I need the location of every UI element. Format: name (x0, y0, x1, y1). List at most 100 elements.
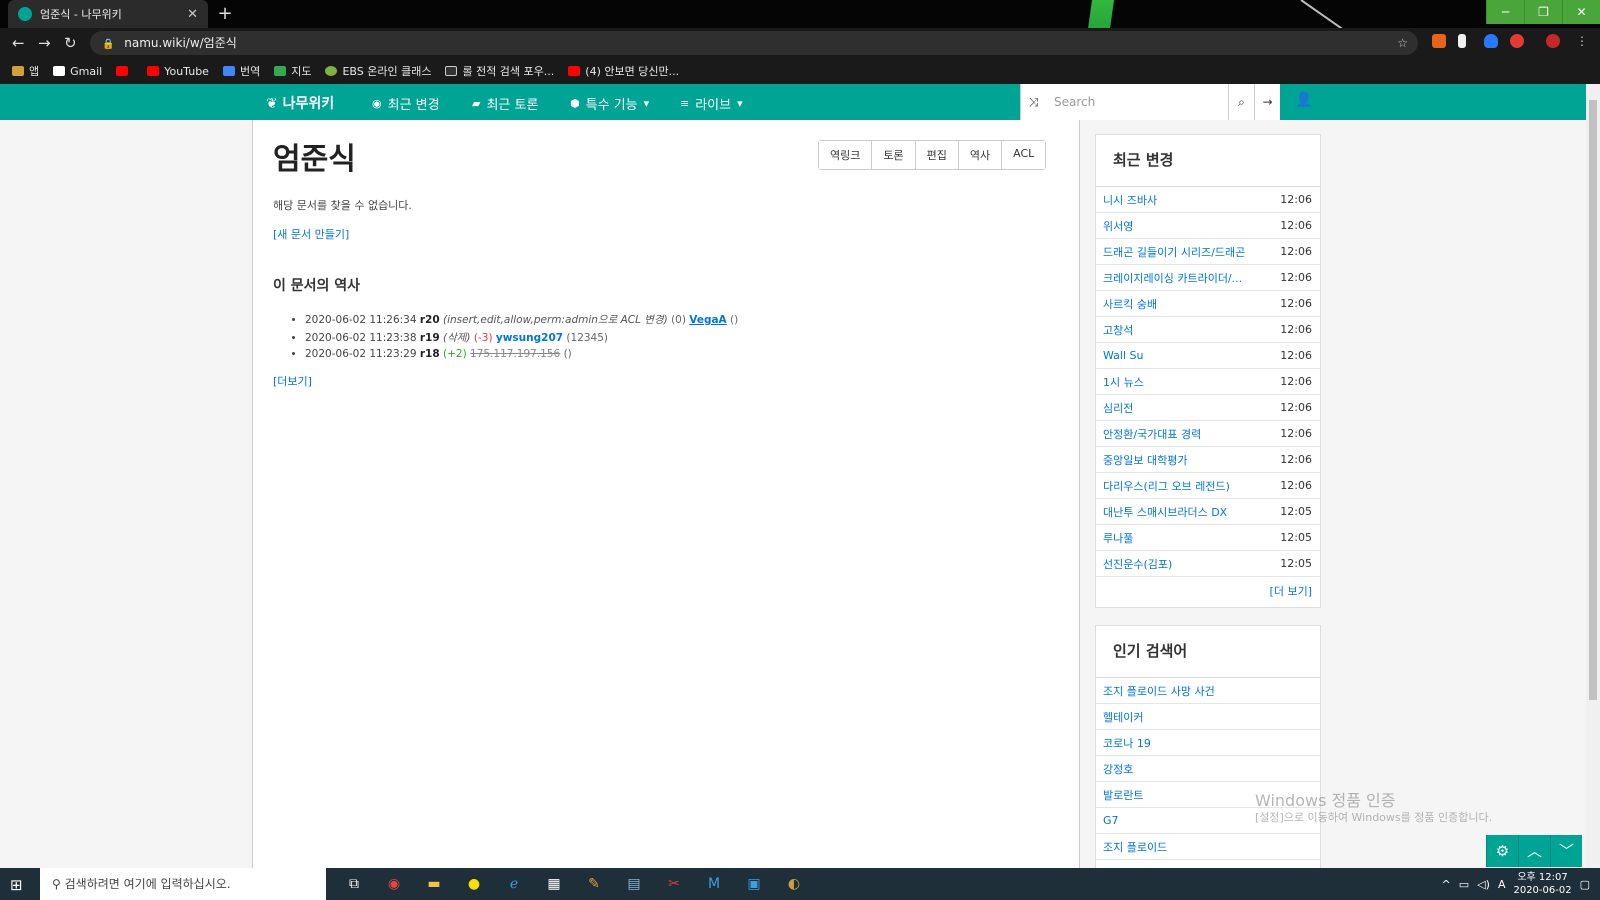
recent-change-link[interactable]: 선진운수(김포) (1103, 556, 1274, 572)
nav-recent-discussions[interactable]: ▰ 최근 토론 (472, 94, 538, 113)
taskbar-search-input[interactable]: ⚲ 검색하려면 여기에 입력하십시오. (40, 868, 326, 900)
nav-live[interactable]: ≡ 라이브 ▾ (680, 94, 743, 113)
extension-icon[interactable] (1458, 34, 1466, 48)
snipping-tool-icon[interactable]: ✂ (654, 868, 694, 900)
nav-recent-changes[interactable]: ◉ 최근 변경 (372, 94, 440, 113)
minimize-button[interactable]: ─ (1486, 0, 1524, 24)
league-of-legends-icon[interactable]: ◐ (774, 868, 814, 900)
revision-link[interactable]: r18 (420, 348, 440, 360)
bookmark-star-icon[interactable]: ☆ (1397, 31, 1408, 55)
new-tab-button[interactable]: + (214, 3, 236, 25)
recent-change-link[interactable]: Wall Su (1103, 349, 1274, 362)
user-link[interactable]: VegaA (689, 314, 726, 326)
bookmark-maps[interactable]: 지도 (274, 63, 311, 79)
taskbar-clock[interactable]: 오후 12:07 2020-06-02 (1513, 871, 1571, 897)
browser-tab[interactable]: 엄준식 - 나무위키 ✕ (8, 0, 208, 28)
back-arrow-icon[interactable]: ← (12, 34, 25, 52)
windows-start-icon[interactable]: ⊞ (10, 876, 23, 894)
user-icon[interactable]: 👤 (1295, 92, 1312, 108)
extension-icon[interactable] (1510, 34, 1524, 48)
recent-change-link[interactable]: 위서영 (1103, 218, 1274, 234)
popular-search-link[interactable]: 조지 플로이드 (1103, 839, 1312, 855)
address-bar[interactable]: 🔒 namu.wiki/w/엄준식 ☆ (90, 31, 1418, 55)
tray-chevron-icon[interactable]: ^ (1442, 878, 1451, 891)
internet-explorer-icon[interactable]: ℯ (494, 868, 534, 900)
ip-link[interactable]: 175.117.197.156 (470, 348, 560, 360)
recent-change-link[interactable]: 심리전 (1103, 400, 1274, 416)
tab-close-icon[interactable]: ✕ (187, 7, 198, 22)
recent-change-row[interactable]: Wall Su 12:06 (1096, 343, 1320, 369)
site-logo[interactable]: ❦ 나무위키 (266, 93, 334, 113)
scroll-up-icon[interactable]: ︿ (1518, 835, 1550, 867)
recent-change-row[interactable]: 니시 즈바사 12:06 (1096, 187, 1320, 213)
extension-icon[interactable] (1432, 34, 1446, 48)
recent-change-row[interactable]: 선진운수(김포) 12:05 (1096, 551, 1320, 577)
recent-change-row[interactable]: 대난투 스매시브라더스 DX 12:05 (1096, 499, 1320, 525)
create-document-link[interactable]: [새 문서 만들기] (273, 226, 349, 242)
search-input[interactable]: Search (1046, 84, 1228, 120)
popular-search-row[interactable]: 코로나 19 (1096, 730, 1320, 756)
bookmark-fow[interactable]: 롤 전적 검색 포우... (445, 63, 554, 79)
recent-more-link[interactable]: [더 보기] (1096, 577, 1320, 607)
bookmark-gmail[interactable]: Gmail (53, 65, 102, 78)
recent-change-row[interactable]: 크레이지레이싱 카트라이더/... 12:06 (1096, 265, 1320, 291)
bookmark-apps[interactable]: 앱 (12, 63, 39, 79)
recent-change-link[interactable]: 사르킥 숭배 (1103, 296, 1274, 312)
recent-change-link[interactable]: 고창석 (1103, 322, 1274, 338)
recent-change-link[interactable]: 중앙일보 대학평가 (1103, 452, 1274, 468)
scroll-down-icon[interactable]: ﹀ (1550, 835, 1582, 867)
recent-change-link[interactable]: 1시 뉴스 (1103, 374, 1274, 390)
notepad-icon[interactable]: ▤ (614, 868, 654, 900)
bookmark-youtube[interactable]: YouTube (147, 65, 209, 78)
photos-icon[interactable]: ▣ (734, 868, 774, 900)
app-icon[interactable]: M (694, 868, 734, 900)
recent-change-row[interactable]: 1시 뉴스 12:06 (1096, 369, 1320, 395)
discussion-button[interactable]: 토론 (871, 141, 915, 169)
recent-change-row[interactable]: 안정환/국가대표 경력 12:06 (1096, 421, 1320, 447)
recent-change-row[interactable]: 고창석 12:06 (1096, 317, 1320, 343)
network-icon[interactable]: ▭ (1459, 878, 1469, 891)
popular-search-row[interactable]: 헬테이커 (1096, 704, 1320, 730)
recent-change-link[interactable]: 안정환/국가대표 경력 (1103, 426, 1274, 442)
recent-change-row[interactable]: 심리전 12:06 (1096, 395, 1320, 421)
task-view-icon[interactable]: ⧉ (334, 868, 374, 900)
popular-search-row[interactable]: 조지 플로이드 (1096, 834, 1320, 860)
paint-icon[interactable]: ✎ (574, 868, 614, 900)
bookmark-youtube-video[interactable]: (4) 안보면 당신만... (568, 63, 679, 79)
recent-change-link[interactable]: 루나풀 (1103, 530, 1274, 546)
file-explorer-icon[interactable]: ▬ (414, 868, 454, 900)
recent-change-link[interactable]: 크레이지레이싱 카트라이더/... (1103, 270, 1274, 286)
nav-special-functions[interactable]: ⬢ 특수 기능 ▾ (570, 94, 649, 113)
profile-avatar[interactable] (1546, 34, 1560, 48)
random-document-button[interactable]: ⤨ (1020, 84, 1046, 120)
history-button[interactable]: 역사 (957, 141, 1002, 169)
recent-change-row[interactable]: 루나풀 12:05 (1096, 525, 1320, 551)
user-link[interactable]: ywsung207 (496, 332, 563, 344)
recent-change-link[interactable]: 니시 즈바사 (1103, 192, 1274, 208)
notification-icon[interactable]: ▢ (1580, 878, 1590, 891)
bookmark-ebs[interactable]: EBS 온라인 클래스 (325, 63, 431, 79)
page-scrollbar[interactable] (1586, 84, 1600, 868)
popular-search-link[interactable]: 조지 플로이드 사망 사건 (1103, 683, 1312, 699)
popular-search-row[interactable]: 조지 플로이드 사망 사건 (1096, 678, 1320, 704)
bookmark-translate[interactable]: 번역 (222, 63, 260, 79)
kakaotalk-icon[interactable]: ● (454, 868, 494, 900)
popular-search-link[interactable]: 코로나 19 (1103, 735, 1312, 751)
popular-search-link[interactable]: 헬테이커 (1103, 709, 1312, 725)
acl-button[interactable]: ACL (1001, 141, 1046, 169)
recent-change-link[interactable]: 다리우스(리그 오브 레전드) (1103, 478, 1274, 494)
recent-change-row[interactable]: 다리우스(리그 오브 레전드) 12:06 (1096, 473, 1320, 499)
scrollbar-thumb[interactable] (1589, 100, 1597, 700)
ime-indicator[interactable]: A (1498, 878, 1506, 891)
more-history-link[interactable]: [더보기] (273, 373, 312, 389)
revision-link[interactable]: r20 (420, 314, 440, 326)
reload-icon[interactable]: ↻ (64, 34, 77, 52)
recent-change-row[interactable]: 위서영 12:06 (1096, 213, 1320, 239)
recent-change-row[interactable]: 중앙일보 대학평가 12:06 (1096, 447, 1320, 473)
revision-link[interactable]: r19 (420, 332, 440, 344)
recent-change-row[interactable]: 사르킥 숭배 12:06 (1096, 291, 1320, 317)
volume-icon[interactable]: ◁) (1477, 878, 1490, 891)
popular-search-row[interactable]: 강정호 (1096, 756, 1320, 782)
backlinks-button[interactable]: 역링크 (819, 141, 872, 169)
settings-gear-icon[interactable]: ⚙ (1486, 835, 1518, 867)
